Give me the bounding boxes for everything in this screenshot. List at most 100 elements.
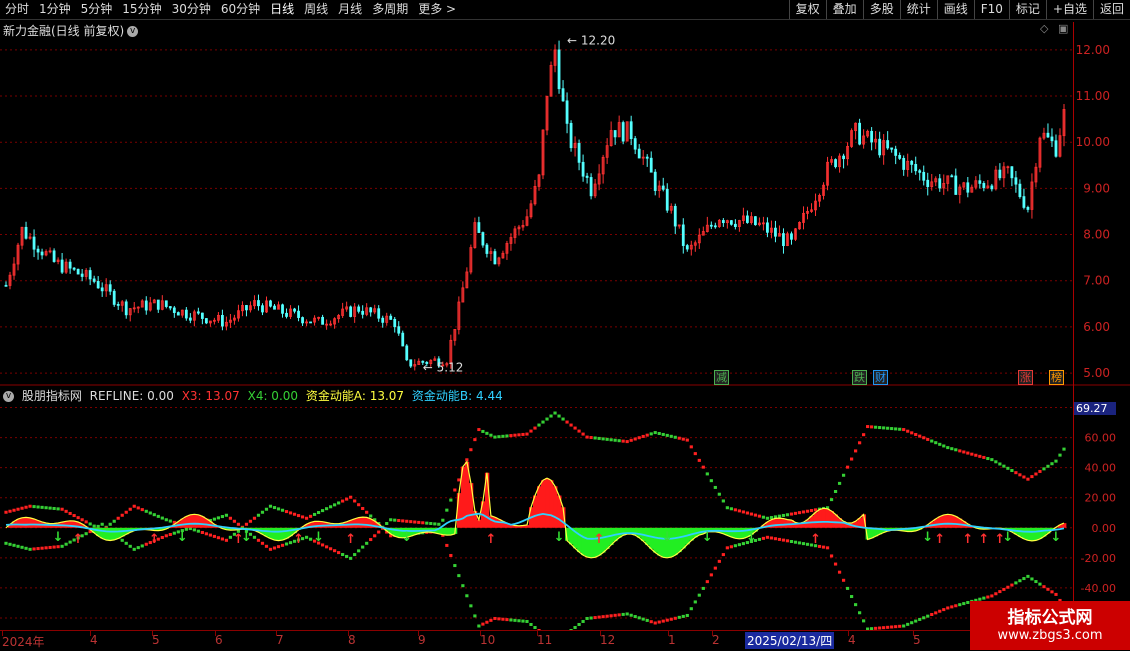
event-badge-0[interactable]: 减 [714,370,729,385]
momentum-bar [605,528,609,549]
stepped-upper-line [313,513,316,516]
stepped-lower-line [670,618,673,621]
buy-arrow-icon: ↑ [962,532,973,547]
candle-body [101,288,103,291]
stepped-lower-line [205,532,208,535]
indicator-title-bar[interactable]: v 股朋指标网 REFLINE: 0.00 X3: 13.07 X4: 0.00… [3,387,507,404]
momentum-bar [581,528,585,555]
stepped-lower-line [4,542,7,545]
candle-body [177,313,179,316]
stepped-lower-line [1030,577,1033,580]
price-tick-label: 8.00 [1083,228,1110,242]
stepped-upper-line [702,466,705,469]
stepped-upper-line [20,507,23,510]
momentum-bar [733,528,737,538]
candle-body [378,309,380,318]
stepped-lower-line [16,545,19,548]
stepped-lower-line [702,587,705,590]
stepped-lower-line [894,625,897,628]
candle-body [899,155,901,158]
indicator-tick-label: -20.00 [1081,552,1116,565]
kline-chart[interactable]: ↑↑↑↑↑↑↑↑↑↑↑↑↓↓↓↓↓↓↓↓↓↓↓↓ 12.0011.0010.00… [0,0,1130,650]
stepped-lower-line [846,587,849,590]
candle-body [570,123,572,147]
stepped-upper-line [686,439,689,442]
candle-body [558,50,560,89]
stepped-upper-line [790,513,793,516]
stepped-upper-line [369,515,372,518]
momentum-bar [681,528,685,549]
buy-arrow-icon: ↑ [810,532,821,547]
stepped-upper-line [505,434,508,437]
date-axis: 2024年45678910111212452025/02/13/四 [0,630,1130,651]
momentum-bar [361,517,365,528]
candle-body [562,89,564,101]
stepped-upper-line [12,509,15,512]
indicator-chevron-icon[interactable]: v [3,391,14,402]
stepped-lower-line [1026,575,1029,578]
refline-value: REFLINE: 0.00 [90,389,174,403]
momentum-bar [104,528,108,540]
momentum-bar [777,518,781,528]
stepped-lower-line [782,539,785,542]
date-tick [913,631,914,636]
stepped-lower-line [722,553,725,556]
sell-arrow-icon: ↓ [401,530,412,545]
momentum-bar [826,509,830,528]
candle-body [590,177,592,195]
stepped-upper-line [297,514,300,517]
stepped-upper-line [782,514,785,517]
date-tick [668,631,669,636]
stepped-upper-line [301,515,304,518]
stepped-upper-line [834,490,837,493]
stepped-upper-line [217,516,220,519]
candle-body [939,179,941,188]
stepped-lower-line [285,542,288,545]
momentum-bar [577,528,581,552]
stepped-lower-line [734,544,737,547]
stepped-upper-line [694,452,697,455]
indicator-name: 股朋指标网 [22,389,82,403]
candle-body [5,285,7,286]
candle-body [979,181,981,184]
buy-arrow-icon: ↑ [293,532,304,547]
momentum-bar [441,528,445,535]
stepped-upper-line [405,520,408,523]
event-badge-4[interactable]: 榜 [1049,370,1064,385]
stepped-lower-line [309,538,312,541]
date-tick [215,631,216,636]
candle-body [955,176,957,195]
stepped-upper-line [978,455,981,458]
event-badge-3[interactable]: 涨 [1018,370,1033,385]
stepped-upper-line [277,507,280,510]
stepped-upper-line [69,512,72,515]
stepped-upper-line [309,515,312,518]
stepped-lower-line [477,624,480,627]
stepped-upper-line [61,508,64,511]
momentum-bar [946,514,950,527]
event-badge-1[interactable]: 跌 [852,370,867,385]
candle-body [410,360,412,366]
date-label-7: 10 [480,633,495,647]
stepped-upper-line [229,517,232,520]
sell-arrow-icon: ↓ [554,530,565,545]
event-badge-2[interactable]: 财 [873,370,888,385]
stepped-lower-line [357,549,360,552]
stepped-lower-line [173,532,176,535]
candle-body [69,262,71,268]
stepped-upper-line [293,513,296,516]
momentum-bar [20,518,24,528]
stepped-lower-line [141,544,144,547]
candle-body [261,306,263,312]
indicator-current-value: 69.27 [1074,402,1116,415]
candle-body [999,170,1001,178]
indicator-tick-label: 40.00 [1085,462,1117,475]
stepped-lower-line [822,546,825,549]
stepped-upper-line [838,482,841,485]
date-tick [152,631,153,636]
stepped-upper-line [317,511,320,514]
momentum-bar [32,519,36,528]
stepped-upper-line [409,520,412,523]
candle-body [109,285,111,292]
stepped-upper-line [289,511,292,514]
